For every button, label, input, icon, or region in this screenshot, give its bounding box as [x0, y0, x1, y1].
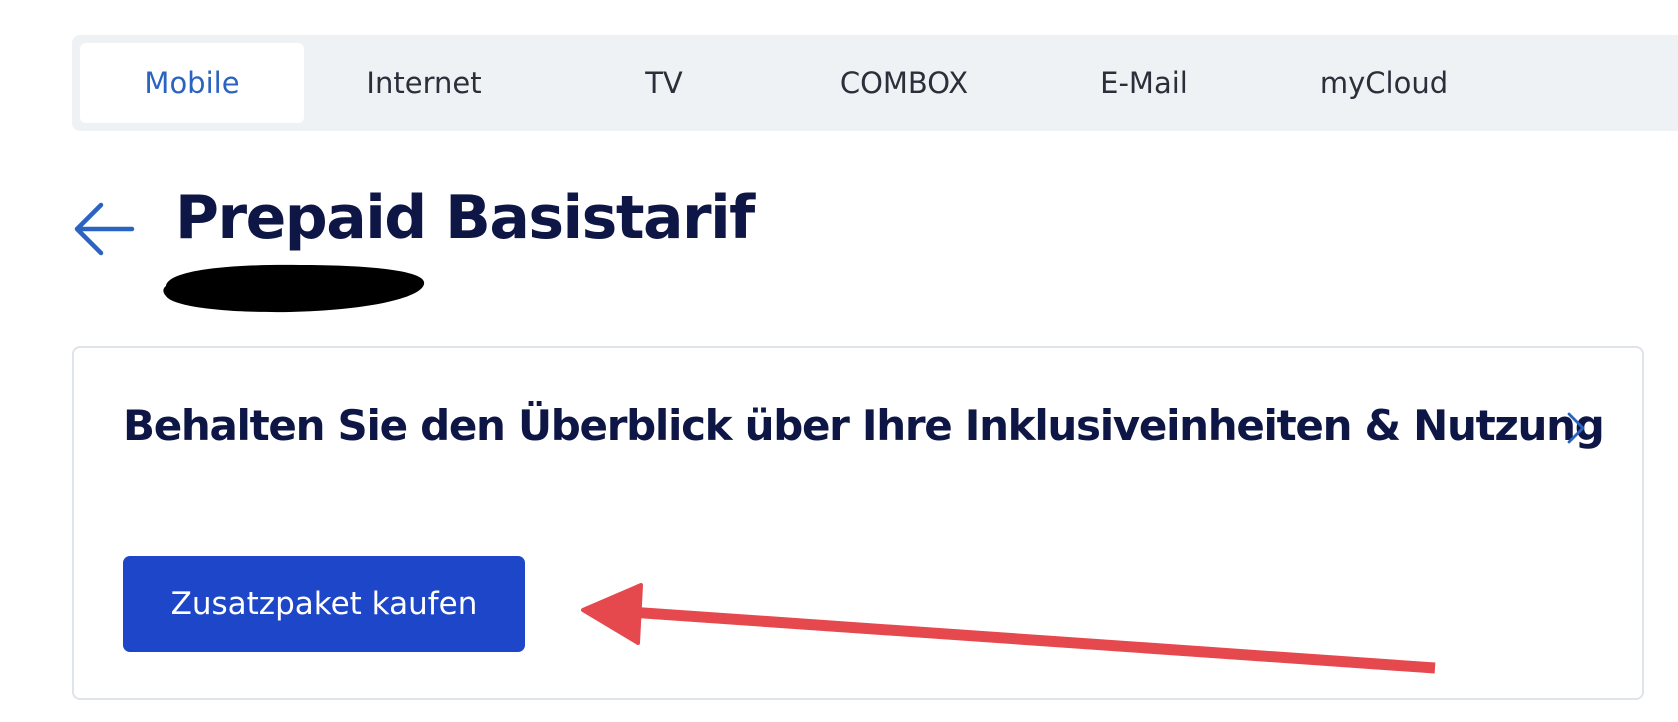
usage-card: Behalten Sie den Überblick über Ihre Ink…	[72, 346, 1644, 700]
buy-addon-button[interactable]: Zusatzpaket kaufen	[123, 556, 525, 652]
redaction-mark	[163, 264, 425, 313]
tab-tv[interactable]: TV	[544, 43, 784, 123]
arrow-left-icon	[74, 202, 135, 256]
product-tab-bar: Mobile Internet TV COMBOX E-Mail myCloud	[72, 35, 1678, 131]
tab-mobile[interactable]: Mobile	[80, 43, 304, 123]
usage-overview-link[interactable]: Behalten Sie den Überblick über Ihre Ink…	[74, 348, 1642, 513]
chevron-right-icon	[1567, 412, 1585, 444]
tab-email[interactable]: E-Mail	[1024, 43, 1264, 123]
page: Mobile Internet TV COMBOX E-Mail myCloud…	[0, 0, 1678, 722]
page-title: Prepaid Basistarif	[175, 183, 755, 253]
back-button[interactable]	[72, 200, 136, 258]
tab-internet[interactable]: Internet	[304, 43, 544, 123]
tab-mycloud[interactable]: myCloud	[1264, 43, 1504, 123]
tab-combox[interactable]: COMBOX	[784, 43, 1024, 123]
card-heading: Behalten Sie den Überblick über Ihre Ink…	[123, 401, 1605, 450]
